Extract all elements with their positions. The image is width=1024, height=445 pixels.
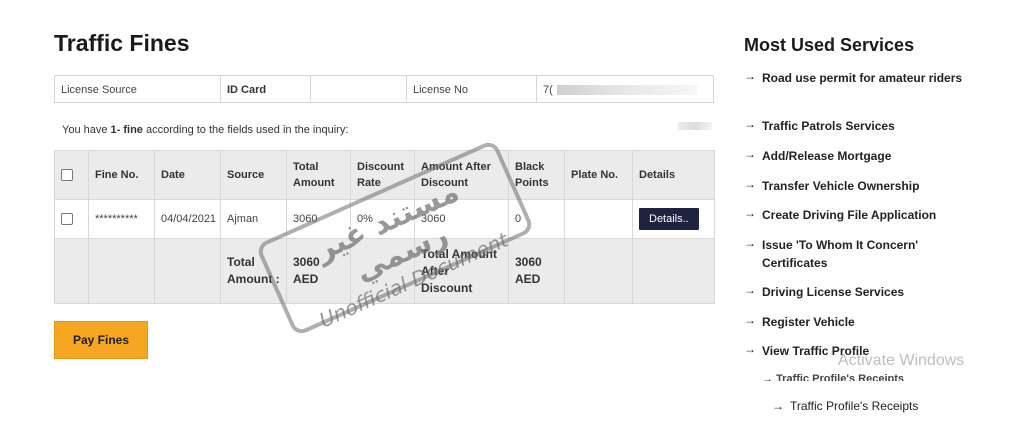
- service-item-profile-receipts[interactable]: → Traffic Profile's Receipts: [772, 399, 918, 413]
- service-item-profile-receipts-overlap: → Traffic Profile's Receipts: [762, 373, 904, 381]
- service-item-label: Register Vehicle: [762, 315, 855, 329]
- row-checkbox[interactable]: [61, 213, 73, 226]
- arrow-right-icon: →: [744, 283, 756, 297]
- most-used-services-list: → Road use permit for amateur riders → Tra…: [744, 69, 984, 364]
- details-button[interactable]: Details..: [639, 208, 699, 230]
- fine-count-notice: You have 1- fine according to the fields…: [62, 124, 348, 136]
- license-number-label: License No: [407, 76, 537, 102]
- notice-suffix: according to the fields used in the inqu…: [142, 124, 349, 136]
- totals-empty-1: [54, 238, 89, 304]
- row-select-cell: [54, 199, 89, 239]
- cell-black-points: 0: [508, 199, 565, 239]
- service-item-label: Add/Release Mortgage: [762, 149, 892, 163]
- service-item-register-vehicle[interactable]: → Register Vehicle: [744, 313, 984, 342]
- page-title: Traffic Fines: [54, 30, 190, 56]
- arrow-right-icon: →: [744, 117, 756, 131]
- license-info-bar: License Source ID Card License No 7(: [54, 75, 714, 103]
- arrow-right-icon: →: [744, 177, 756, 191]
- license-number-cell: 7(: [537, 76, 713, 102]
- service-item-driving-file[interactable]: → Create Driving File Application: [744, 206, 984, 236]
- service-item-driving-license[interactable]: → Driving License Services: [744, 283, 984, 313]
- notice-count: 1- fine: [110, 124, 143, 136]
- totals-empty-5: [564, 238, 633, 304]
- header-source[interactable]: Source: [220, 150, 287, 200]
- receipts-label: Traffic Profile's Receipts: [790, 399, 919, 413]
- service-item-traffic-patrols[interactable]: → Traffic Patrols Services: [744, 117, 984, 147]
- cell-details: Details..: [632, 199, 715, 239]
- cell-plate-no: [564, 199, 633, 239]
- overlap-item-label: Traffic Profile's Receipts: [776, 373, 905, 381]
- arrow-right-icon: →: [744, 236, 756, 250]
- pay-fines-button[interactable]: Pay Fines: [54, 321, 148, 359]
- service-item-label: Driving License Services: [762, 285, 905, 299]
- cell-amount-after-discount: 3060: [414, 199, 509, 239]
- arrow-right-icon: →: [744, 69, 756, 83]
- table-row: ********** 04/04/2021 Ajman 3060 0% 3060…: [54, 199, 715, 239]
- arrow-right-icon: →: [772, 399, 784, 413]
- table-header-row: Fine No. Date Source Total Amount Discou…: [54, 150, 715, 200]
- header-discount-rate[interactable]: Discount Rate: [350, 150, 415, 200]
- total-after-discount-label: Total Amount After Discount: [414, 238, 509, 304]
- fines-table: Fine No. Date Source Total Amount Discou…: [54, 150, 715, 304]
- select-all-checkbox[interactable]: [61, 169, 73, 182]
- header-details: Details: [632, 150, 715, 200]
- total-amount-label: Total Amount :: [220, 238, 287, 304]
- header-date[interactable]: Date: [154, 150, 221, 200]
- service-item-transfer-ownership[interactable]: → Transfer Vehicle Ownership: [744, 177, 984, 206]
- totals-empty-6: [632, 238, 715, 304]
- cell-total-amount: 3060: [286, 199, 351, 239]
- service-item-label: Traffic Patrols Services: [762, 119, 895, 133]
- service-item-label: Transfer Vehicle Ownership: [762, 179, 920, 193]
- service-item-certificates[interactable]: → Issue 'To Whom It Concern' Certificates: [744, 236, 984, 283]
- activate-windows-watermark: Activate Windows: [838, 352, 965, 369]
- redacted-note: [678, 122, 712, 130]
- license-number-value: 7(: [543, 84, 553, 96]
- totals-empty-3: [154, 238, 221, 304]
- service-item-road-use-permit[interactable]: → Road use permit for amateur riders: [744, 69, 984, 117]
- license-source-value: ID Card: [221, 76, 311, 102]
- arrow-right-icon: →: [744, 342, 756, 356]
- service-item-label: Road use permit for amateur riders: [762, 71, 963, 85]
- total-amount-value: 3060 AED: [286, 238, 351, 304]
- totals-empty-2: [88, 238, 155, 304]
- header-plate-no[interactable]: Plate No.: [564, 150, 633, 200]
- license-spacer: [311, 76, 407, 102]
- cell-source: Ajman: [220, 199, 287, 239]
- redacted-license-number: [556, 85, 697, 96]
- select-all-cell: [54, 150, 89, 200]
- arrow-right-icon: →: [762, 373, 773, 381]
- header-total-amount[interactable]: Total Amount: [286, 150, 351, 200]
- header-black-points[interactable]: Black Points: [508, 150, 565, 200]
- cell-date: 04/04/2021: [154, 199, 221, 239]
- notice-prefix: You have: [62, 124, 111, 136]
- totals-empty-4: [350, 238, 415, 304]
- cell-discount-rate: 0%: [350, 199, 415, 239]
- total-after-discount-value: 3060 AED: [508, 238, 565, 304]
- cell-fine-no: **********: [88, 199, 155, 239]
- header-amount-after-discount[interactable]: Amount After Discount: [414, 150, 509, 200]
- service-item-label: Issue 'To Whom It Concern' Certificates: [762, 238, 919, 270]
- sidebar-title: Most Used Services: [744, 35, 915, 55]
- license-source-label: License Source: [55, 76, 221, 102]
- arrow-right-icon: →: [744, 147, 756, 161]
- arrow-right-icon: →: [744, 206, 756, 220]
- service-item-label: Create Driving File Application: [762, 208, 937, 222]
- service-item-mortgage[interactable]: → Add/Release Mortgage: [744, 147, 984, 177]
- totals-row: Total Amount : 3060 AED Total Amount Aft…: [54, 238, 715, 304]
- header-fine-no[interactable]: Fine No.: [88, 150, 155, 200]
- arrow-right-icon: →: [744, 313, 756, 327]
